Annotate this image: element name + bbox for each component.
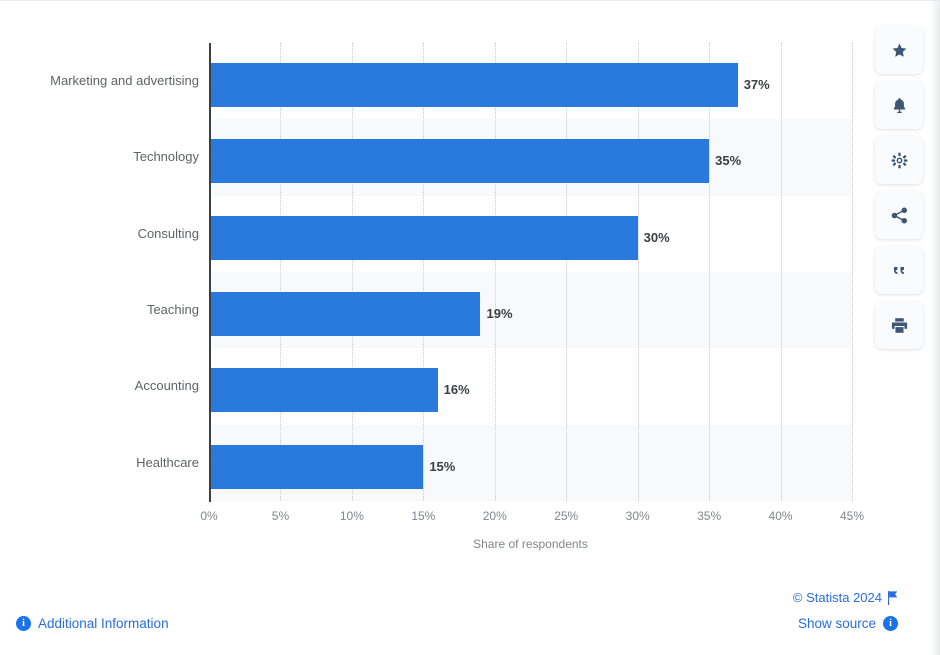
bar[interactable] <box>209 368 438 413</box>
y-axis-line <box>209 43 211 502</box>
star-icon <box>890 41 909 60</box>
category-label: Consulting <box>137 225 199 241</box>
bar-value-label: 30% <box>643 229 670 245</box>
favorite-button[interactable] <box>875 26 923 74</box>
bar[interactable] <box>209 215 638 260</box>
category-label: Technology <box>133 149 199 165</box>
show-source-link[interactable]: Show source i <box>798 616 898 631</box>
bar-row[interactable]: 37% <box>209 43 852 119</box>
gridline <box>852 43 853 501</box>
x-tick-label: 45% <box>839 509 865 523</box>
bar-row[interactable]: 30% <box>209 196 852 272</box>
category-label: Healthcare <box>136 454 199 470</box>
x-axis-labels: 0% 5% 10% 15% 20% 25% 30% 35% 40% 45% <box>200 501 864 541</box>
bar[interactable] <box>209 63 738 107</box>
bar-value-label: 37% <box>743 77 770 92</box>
show-source-label: Show source <box>797 616 876 631</box>
flag-icon[interactable] <box>887 591 898 610</box>
bar[interactable] <box>209 139 710 184</box>
citation-button[interactable] <box>875 246 923 294</box>
x-tick-label: 0% <box>200 509 218 523</box>
info-icon: i <box>883 616 898 631</box>
bar-row[interactable]: 35% <box>209 119 852 195</box>
bar-value-label: 16% <box>443 382 470 398</box>
bar-value-label: 35% <box>715 153 742 169</box>
additional-information-link[interactable]: i Additional Information <box>16 616 169 631</box>
x-axis-title: Share of respondents <box>473 537 588 551</box>
bar-value-label: 15% <box>429 458 456 474</box>
x-tick-label: 10% <box>339 509 364 523</box>
quote-icon <box>890 261 909 280</box>
bar-value-label: 19% <box>486 306 513 321</box>
x-tick-label: 20% <box>482 509 507 523</box>
bar-chart: 37% 35% 30% 19% 16% 15% Marketing and adverti… <box>0 1 868 576</box>
additional-information-label: Additional Information <box>38 616 169 631</box>
plot-area: 37% 35% 30% 19% 16% 15% <box>209 43 853 501</box>
bar-row[interactable]: 19% <box>209 272 852 348</box>
x-tick-label: 40% <box>768 509 793 523</box>
x-tick-label: 30% <box>625 509 650 523</box>
category-label: Accounting <box>134 378 199 394</box>
share-icon <box>890 206 909 225</box>
category-label: Marketing and advertising <box>50 73 199 88</box>
bar-row[interactable]: 16% <box>209 348 852 424</box>
x-tick-label: 35% <box>697 509 722 523</box>
bar-row[interactable]: 15% <box>209 425 852 501</box>
share-button[interactable] <box>875 191 923 239</box>
action-toolbar <box>875 26 923 356</box>
copyright-label: © Statista 2024 <box>792 590 882 605</box>
bar[interactable] <box>209 444 424 489</box>
x-tick-label: 25% <box>554 509 579 523</box>
bar[interactable] <box>209 292 481 336</box>
settings-button[interactable] <box>875 136 923 184</box>
chart-footer: © Statista 2024 i Additional Information… <box>0 576 940 655</box>
category-axis-labels: Marketing and advertising Technology Consu… <box>9 43 199 501</box>
gear-icon <box>890 151 909 170</box>
notifications-button[interactable] <box>875 81 923 129</box>
print-icon <box>890 316 909 335</box>
info-icon: i <box>16 616 31 631</box>
statista-chart-page: 37% 35% 30% 19% 16% 15% Marketing and adverti… <box>0 0 940 655</box>
bell-icon <box>890 96 909 115</box>
scrollbar-track[interactable] <box>930 1 940 655</box>
x-tick-label: 5% <box>271 509 290 523</box>
print-button[interactable] <box>875 301 923 349</box>
x-tick-label: 15% <box>411 509 436 523</box>
category-label: Teaching <box>146 302 199 317</box>
